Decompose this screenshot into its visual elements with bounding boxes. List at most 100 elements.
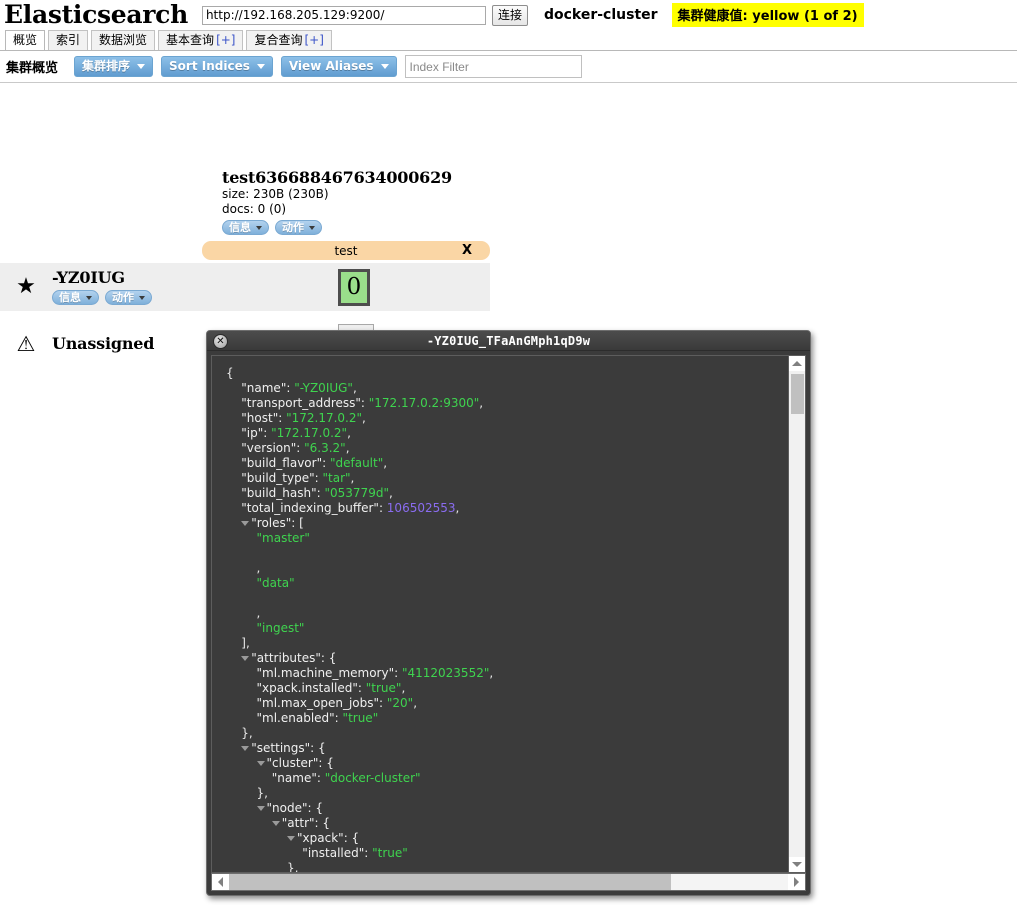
node-action-button[interactable]: 动作 — [105, 290, 152, 305]
json-token: "-YZ0IUG" — [294, 381, 353, 396]
chevron-down-icon — [139, 295, 145, 300]
node-action-label: 动作 — [112, 290, 134, 304]
chevron-down-icon — [380, 64, 389, 69]
index-size-label: size: 230B (230B) — [222, 187, 329, 201]
json-line: "name": "-YZ0IUG", — [226, 381, 788, 396]
collapse-triangle-icon[interactable] — [271, 821, 280, 827]
json-token: "attr": { — [281, 816, 331, 831]
tab-4[interactable]: 复合查询 [+] — [246, 30, 332, 50]
view-aliases-button[interactable]: View Aliases — [280, 56, 397, 77]
vertical-scroll-thumb[interactable] — [791, 374, 804, 415]
json-token: "build_type": — [241, 471, 323, 486]
json-line: "node": { — [226, 801, 788, 816]
json-line: "attr": { — [226, 816, 788, 831]
json-token: "name": — [271, 771, 325, 786]
index-info-button[interactable]: 信息 — [222, 220, 269, 235]
scroll-up-button[interactable] — [788, 356, 805, 372]
node-info-button[interactable]: 信息 — [52, 290, 99, 305]
tab-plus-icon[interactable]: [+] — [305, 33, 324, 47]
json-token: "cluster": { — [266, 756, 334, 771]
collapse-triangle-icon[interactable] — [256, 761, 265, 767]
json-token: "20" — [386, 696, 414, 711]
json-token: "ml.machine_memory": — [256, 666, 402, 681]
json-token: , — [489, 666, 494, 681]
json-token: "4112023552" — [401, 666, 490, 681]
modal-body: { "name": "-YZ0IUG", "transport_address"… — [211, 355, 806, 873]
sort-cluster-button[interactable]: 集群排序 — [74, 56, 154, 77]
horizontal-scroll-thumb[interactable] — [229, 874, 671, 890]
index-action-button[interactable]: 动作 — [275, 220, 322, 235]
json-line: "build_type": "tar", — [226, 471, 788, 486]
connect-button[interactable]: 连接 — [491, 4, 528, 26]
alias-close-icon[interactable]: X — [462, 243, 472, 258]
arrow-right-icon — [794, 877, 799, 887]
json-line: }, — [226, 726, 788, 741]
collapse-triangle-icon[interactable] — [241, 521, 250, 527]
scroll-left-button[interactable] — [212, 874, 229, 890]
scroll-right-button[interactable] — [788, 874, 805, 890]
view-aliases-label: View Aliases — [288, 59, 374, 73]
chevron-down-icon — [86, 295, 92, 300]
horizontal-scrollbar[interactable] — [211, 873, 806, 891]
collapse-triangle-icon[interactable] — [241, 656, 250, 662]
json-line: "cluster": { — [226, 756, 788, 771]
tab-0[interactable]: 概览 — [5, 30, 46, 50]
json-token: "6.3.2" — [304, 441, 346, 456]
json-token: "transport_address": — [241, 396, 369, 411]
tab-plus-icon[interactable]: [+] — [216, 33, 235, 47]
cluster-name-label: docker-cluster — [543, 7, 658, 23]
tab-2[interactable]: 数据浏览 — [91, 30, 156, 50]
alias-bar[interactable]: test X — [202, 241, 490, 260]
json-line: , — [226, 561, 788, 576]
collapse-triangle-icon[interactable] — [287, 836, 296, 842]
json-token: "true" — [372, 846, 408, 861]
json-token: "xpack.installed": — [256, 681, 366, 696]
json-line: , — [226, 606, 788, 621]
json-line: "name": "docker-cluster" — [226, 771, 788, 786]
vertical-scrollbar[interactable] — [788, 356, 805, 872]
sort-indices-button[interactable]: Sort Indices — [161, 56, 273, 77]
json-token: , — [256, 561, 261, 576]
index-filter-input[interactable] — [404, 55, 582, 78]
index-action-label: 动作 — [282, 220, 304, 234]
horizontal-scroll-track[interactable] — [229, 874, 788, 890]
app-title: Elasticsearch — [4, 0, 188, 29]
json-line: "settings": { — [226, 741, 788, 756]
vertical-scroll-track[interactable] — [789, 371, 805, 857]
scroll-down-button[interactable] — [788, 857, 805, 872]
json-token: "172.17.0.2:9300" — [368, 396, 480, 411]
json-line: "roles": [ — [226, 516, 788, 531]
json-token: , — [401, 681, 406, 696]
collapse-triangle-icon[interactable] — [256, 806, 265, 812]
cluster-url-input[interactable] — [201, 5, 486, 25]
collapse-triangle-icon[interactable] — [241, 746, 250, 752]
node-info-modal: ✕ -YZ0IUG_TFaAnGMph1qD9w { "name": "-YZ0… — [206, 330, 811, 896]
json-token: , — [352, 381, 357, 396]
chevron-down-icon — [256, 64, 265, 69]
tab-3[interactable]: 基本查询 [+] — [158, 30, 244, 50]
json-token: "host": — [241, 411, 287, 426]
shard-box[interactable]: 0 — [338, 268, 370, 306]
tab-1[interactable]: 索引 — [48, 30, 89, 50]
json-token: , — [362, 411, 366, 426]
json-token: "docker-cluster" — [324, 771, 421, 786]
shard-cell: 0 — [330, 268, 490, 306]
close-icon[interactable]: ✕ — [213, 334, 228, 349]
json-token: }, — [287, 861, 299, 872]
